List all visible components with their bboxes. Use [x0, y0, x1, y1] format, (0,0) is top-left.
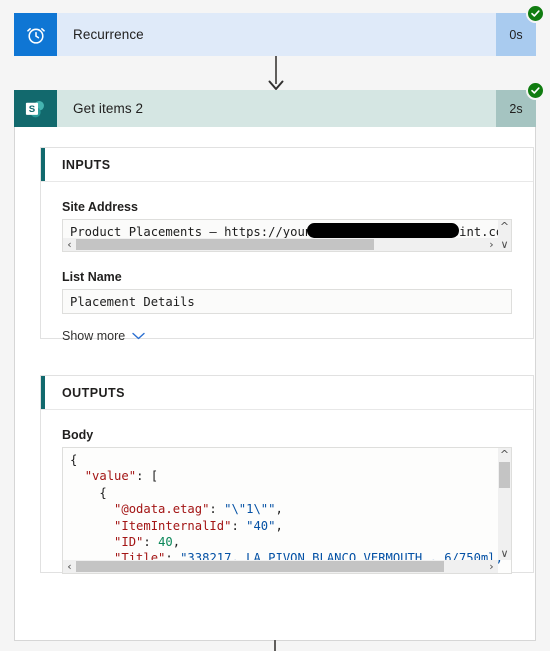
scroll-right-arrow-icon[interactable]: › — [485, 238, 498, 251]
flow-run-detail-view: Recurrence 0s INPUTS Site Address Produc… — [0, 0, 550, 651]
body-label: Body — [62, 428, 94, 442]
show-more-label: Show more — [62, 329, 126, 343]
scroll-right-arrow-icon[interactable]: › — [485, 560, 498, 573]
scroll-up-arrow-icon[interactable]: ^ — [498, 448, 511, 461]
site-address-hscrollbar[interactable]: ‹ › — [63, 238, 498, 251]
flow-connector-arrow — [261, 56, 291, 92]
flow-node-card-get-items: INPUTS Site Address Product Placements —… — [14, 90, 536, 641]
scroll-up-arrow-icon[interactable]: ^ — [498, 220, 511, 233]
alarm-clock-icon — [14, 13, 57, 56]
svg-text:S: S — [28, 104, 35, 115]
vscroll-thumb[interactable] — [499, 462, 510, 488]
status-success-badge — [526, 4, 545, 23]
hscroll-thumb[interactable] — [76, 561, 444, 572]
outputs-body-json: { "value": [ { "@odata.etag": "\"1\"", "… — [70, 453, 512, 573]
outputs-panel-header[interactable]: OUTPUTS — [41, 376, 533, 410]
scroll-down-arrow-icon[interactable]: ∨ — [498, 547, 511, 560]
inputs-panel-body: Site Address Product Placements — https:… — [41, 200, 533, 345]
inputs-panel-header[interactable]: INPUTS — [41, 148, 533, 182]
list-name-label: List Name — [62, 270, 122, 284]
outputs-body-code-viewer[interactable]: { "value": [ { "@odata.etag": "\"1\"", "… — [62, 447, 512, 574]
scroll-left-arrow-icon[interactable]: ‹ — [63, 238, 76, 251]
inputs-header-label: INPUTS — [62, 157, 111, 172]
outputs-header-label: OUTPUTS — [62, 385, 125, 400]
outputs-panel: OUTPUTS Body { "value": [ { "@odata.etag… — [40, 375, 534, 574]
redaction-mark-site-address — [307, 223, 459, 238]
status-success-badge — [526, 81, 545, 100]
panel-accent-bar — [41, 148, 45, 181]
flow-node-title: Get items 2 — [57, 90, 496, 127]
flow-node-get-items-2[interactable]: S Get items 2 2s — [14, 81, 545, 127]
hscroll-thumb[interactable] — [76, 239, 374, 250]
show-more-button[interactable]: Show more — [62, 329, 145, 343]
outputs-body-vscrollbar[interactable]: ^ ∨ — [498, 448, 511, 560]
chevron-down-icon — [132, 332, 145, 340]
flow-node-recurrence[interactable]: Recurrence 0s — [14, 4, 545, 56]
outputs-panel-body: Body { "value": [ { "@odata.etag": "\"1\… — [41, 428, 533, 574]
list-name-value: Placement Details — [70, 295, 195, 309]
panel-accent-bar — [41, 376, 45, 409]
site-address-label: Site Address — [62, 200, 138, 214]
hscroll-track[interactable] — [76, 560, 485, 573]
hscroll-track[interactable] — [76, 238, 485, 251]
scroll-left-arrow-icon[interactable]: ‹ — [63, 560, 76, 573]
outputs-body-hscrollbar[interactable]: ‹ › — [63, 560, 498, 573]
site-address-vscrollbar[interactable]: ^ ∨ — [498, 220, 511, 251]
flow-connector-bottom — [274, 640, 276, 651]
scroll-down-arrow-icon[interactable]: ∨ — [498, 238, 511, 251]
flow-node-title: Recurrence — [57, 13, 496, 56]
inputs-panel: INPUTS Site Address Product Placements —… — [40, 147, 534, 343]
sharepoint-icon: S — [14, 90, 57, 127]
list-name-input[interactable]: Placement Details — [62, 289, 512, 314]
site-address-input[interactable]: Product Placements — https://young point.… — [62, 219, 512, 252]
